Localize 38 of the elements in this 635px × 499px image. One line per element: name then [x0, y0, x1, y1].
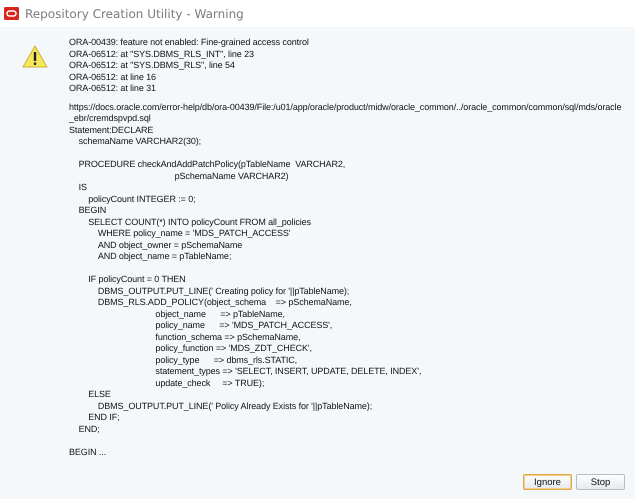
- detail-line: DBMS_OUTPUT.PUT_LINE(' Policy Already Exists for '||pTableName);: [96, 400, 374, 412]
- error-line: ORA-06512: at line 31: [69, 83, 157, 94]
- detail-line: IF policyCount = 0 THEN: [87, 274, 187, 286]
- detail-line: schemaName VARCHAR2(30);: [78, 136, 202, 148]
- error-line: ORA-06512: at line 16: [69, 72, 157, 83]
- error-line: ORA-00439: feature not enabled: Fine-grained access control: [69, 37, 310, 48]
- warning-icon: [22, 45, 48, 68]
- detail-line: END;: [78, 424, 101, 435]
- detail-line: policy_function => 'MDS_ZDT_CHECK',: [154, 343, 313, 354]
- detail-line: object_name => pTableName,: [154, 308, 286, 320]
- detail-line: update_check => TRUE);: [154, 378, 266, 389]
- detail-line: IS: [78, 182, 88, 194]
- detail-line: function_schema => pSchemaName,: [154, 332, 302, 343]
- detail-line: policy_type => dbms_rls.STATIC,: [154, 354, 298, 366]
- detail-line: BEGIN ...: [69, 446, 108, 458]
- detail-line: WHERE policy_name = 'MDS_PATCH_ACCESS': [96, 228, 292, 240]
- detail-line: DBMS_RLS.ADD_POLICY(object_schema => pSchemaName,: [96, 297, 353, 308]
- dialog-button[interactable]: Ignore: [523, 474, 572, 490]
- detail-line: _ebr/cremdspvpd.sql: [69, 113, 152, 124]
- detail-line: SELECT COUNT(*) INTO policyCount FROM all_policies: [87, 216, 312, 228]
- detail-line: pSchemaName VARCHAR2): [174, 170, 290, 182]
- detail-line: policyCount INTEGER := 0;: [87, 194, 197, 205]
- detail-line: DBMS_OUTPUT.PUT_LINE(' Creating policy for '||pTableName);: [96, 286, 350, 297]
- error-line: ORA-06512: at "SYS.DBMS_RLS", line 54: [69, 60, 236, 72]
- detail-line: Statement:DECLARE: [69, 124, 154, 136]
- detail-line: policy_name => 'MDS_PATCH_ACCESS',: [154, 320, 334, 332]
- detail-line: ELSE: [87, 389, 112, 400]
- detail-line: AND object_name = pTableName;: [96, 251, 232, 262]
- detail-line: END IF;: [87, 412, 121, 424]
- detail-line: statement_types => 'SELECT, INSERT, UPDATE, DELETE, INDEX',: [154, 366, 422, 378]
- detail-line: PROCEDURE checkAndAddPatchPolicy(pTableName VARCHAR2,: [78, 159, 346, 170]
- app-logo-icon: [4, 7, 19, 20]
- error-line: ORA-06512: at "SYS.DBMS_RLS_INT", line 23: [69, 48, 255, 60]
- window-title: Repository Creation Utility - Warning: [25, 6, 244, 20]
- detail-line: AND object_owner = pSchemaName: [96, 240, 244, 251]
- dialog-button[interactable]: Stop: [576, 474, 625, 490]
- detail-line: https://docs.oracle.com/error-help/db/ora-00439/File:/u01/app/oracle/product/midw/oracle_common/../oracle_common/common/sql/mds/oracle: [69, 102, 622, 113]
- detail-line: BEGIN: [78, 205, 108, 216]
